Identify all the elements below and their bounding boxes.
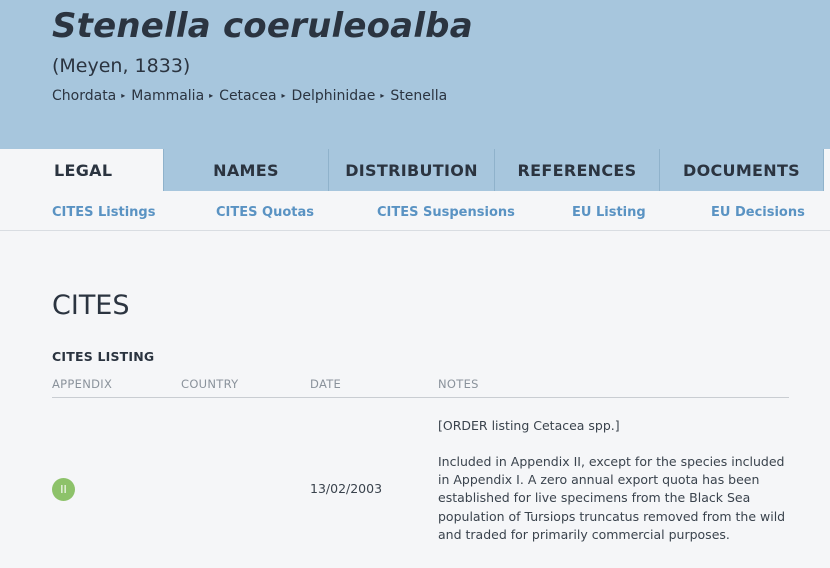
taxon-link-phylum[interactable]: Chordata (52, 88, 116, 104)
breadcrumb-separator-icon: ▸ (380, 90, 385, 100)
legal-subnav: CITES Listings CITES Quotas CITES Suspen… (0, 191, 830, 231)
breadcrumb-separator-icon: ▸ (209, 90, 214, 100)
subnav-cites-listings[interactable]: CITES Listings (52, 205, 155, 220)
taxon-link-class[interactable]: Mammalia (131, 88, 204, 104)
taxon-link-family[interactable]: Delphinidae (292, 88, 376, 104)
species-header: Stenella coeruleoalba (Meyen, 1833) Chor… (0, 0, 830, 149)
listing-notes-order: [ORDER listing Cetacea spp.] (438, 418, 620, 433)
column-header-country: COUNTRY (181, 377, 239, 391)
column-header-date: DATE (310, 377, 342, 391)
tab-documents[interactable]: DOCUMENTS (659, 149, 824, 191)
listing-notes: Included in Appendix II, except for the … (438, 454, 786, 542)
breadcrumb-separator-icon: ▸ (281, 90, 286, 100)
taxon-link-genus[interactable]: Stenella (390, 88, 447, 104)
subnav-cites-suspensions[interactable]: CITES Suspensions (377, 205, 515, 220)
table-header-divider (52, 397, 789, 398)
subnav-eu-listing[interactable]: EU Listing (572, 205, 646, 220)
subnav-eu-decisions[interactable]: EU Decisions (711, 205, 805, 220)
section-title: CITES (52, 290, 130, 321)
species-name: Stenella coeruleoalba (52, 6, 473, 46)
listing-date: 13/02/2003 (310, 481, 383, 496)
breadcrumb-separator-icon: ▸ (121, 90, 126, 100)
taxonomy-breadcrumb: Chordata ▸ Mammalia ▸ Cetacea ▸ Delphini… (52, 88, 447, 104)
species-author: (Meyen, 1833) (52, 55, 191, 77)
tab-legal[interactable]: LEGAL (0, 149, 163, 191)
appendix-badge: II (52, 478, 75, 501)
main-tabs: LEGAL NAMES DISTRIBUTION REFERENCES DOCU… (0, 149, 830, 191)
subnav-cites-quotas[interactable]: CITES Quotas (216, 205, 314, 220)
listing-subtitle: CITES LISTING (52, 349, 155, 364)
column-header-notes: NOTES (438, 377, 479, 391)
tab-distribution[interactable]: DISTRIBUTION (328, 149, 494, 191)
tab-references[interactable]: REFERENCES (494, 149, 659, 191)
column-header-appendix: APPENDIX (52, 377, 113, 391)
tab-names[interactable]: NAMES (163, 149, 328, 191)
taxon-link-order[interactable]: Cetacea (219, 88, 276, 104)
